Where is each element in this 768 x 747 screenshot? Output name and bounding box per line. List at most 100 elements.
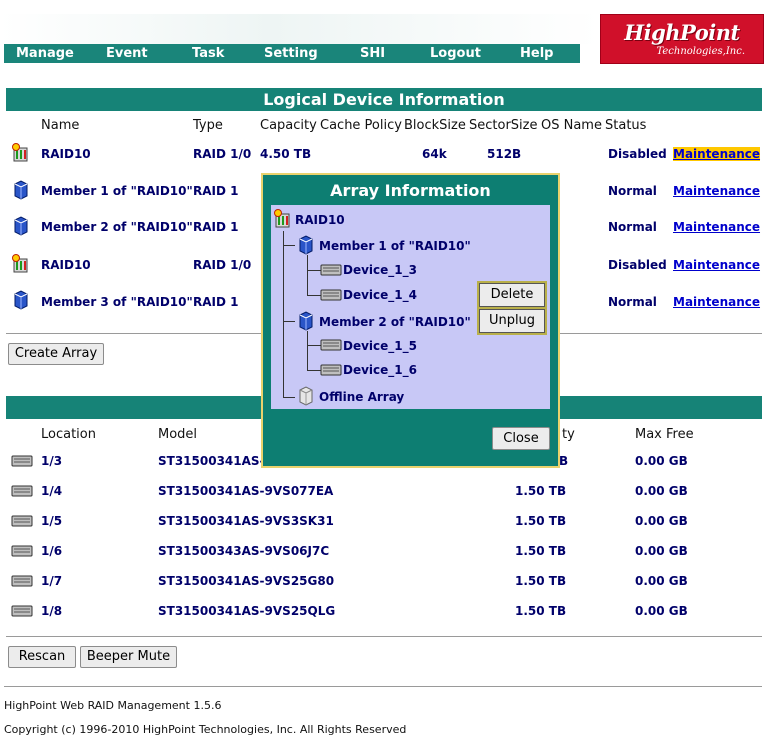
row-type: RAID 1/0 <box>193 258 252 272</box>
offline-array-icon <box>299 386 313 406</box>
col-sectorsize: SectorSize <box>469 118 538 133</box>
array-icon <box>14 290 28 310</box>
tree-line <box>283 231 284 398</box>
tree-line <box>307 331 308 371</box>
row-capacity: 1.50 TB <box>515 544 567 558</box>
row-capacity: B <box>559 454 569 468</box>
beeper-mute-button[interactable]: Beeper Mute <box>80 646 177 668</box>
col-type: Type <box>193 118 223 133</box>
row-model: ST31500341AS-9VS077EA <box>158 484 334 498</box>
array-icon <box>14 180 28 200</box>
tree-member2-label[interactable]: Member 2 of "RAID10" <box>319 315 471 329</box>
tree-device-label[interactable]: Device_1_5 <box>343 339 417 353</box>
row-name[interactable]: RAID10 <box>41 258 91 272</box>
row-sectorsize: 512B <box>487 147 522 161</box>
maintenance-link[interactable]: Maintenance <box>673 147 761 161</box>
tree-line <box>283 321 295 322</box>
row-max-free: 0.00 GB <box>635 604 688 618</box>
row-location[interactable]: 1/5 <box>41 514 62 528</box>
row-capacity: 1.50 TB <box>515 604 567 618</box>
row-name[interactable]: Member 1 of "RAID10" <box>41 184 193 198</box>
nav-setting[interactable]: Setting <box>264 44 318 63</box>
row-model: ST31500341AS-9VS25G80 <box>158 574 335 588</box>
row-location[interactable]: 1/3 <box>41 454 62 468</box>
row-max-free: 0.00 GB <box>635 484 688 498</box>
tree-member1-label[interactable]: Member 1 of "RAID10" <box>319 239 471 253</box>
tree-line <box>283 245 295 246</box>
unplug-button[interactable]: Unplug <box>479 309 545 333</box>
row-type: RAID 1/0 <box>193 147 252 161</box>
nav-shi[interactable]: SHI <box>360 44 385 63</box>
row-model: ST31500341AS-9VS3SK31 <box>158 514 334 528</box>
row-location[interactable]: 1/7 <box>41 574 62 588</box>
nav-logout[interactable]: Logout <box>430 44 481 63</box>
divider <box>6 636 762 637</box>
delete-button[interactable]: Delete <box>479 283 545 307</box>
array-information-dialog: Array Information RAID10 Member 1 of "RA… <box>261 173 560 468</box>
hard-disk-icon <box>11 605 33 617</box>
hard-disk-icon <box>320 289 342 301</box>
tree-device-label[interactable]: Device_1_4 <box>343 288 417 302</box>
nav-help[interactable]: Help <box>520 44 553 63</box>
row-capacity: 1.50 TB <box>515 484 567 498</box>
row-location[interactable]: 1/6 <box>41 544 62 558</box>
maintenance-link[interactable]: Maintenance <box>673 258 760 272</box>
tree-line <box>307 370 321 371</box>
tree-line <box>283 397 295 398</box>
tree-line <box>307 345 321 346</box>
hard-disk-icon <box>11 515 33 527</box>
maintenance-link[interactable]: Maintenance <box>673 184 760 198</box>
row-location[interactable]: 1/4 <box>41 484 62 498</box>
row-status: Disabled <box>608 147 667 161</box>
raid-warning-icon <box>274 209 290 228</box>
hard-disk-icon <box>11 485 33 497</box>
tree-device-label[interactable]: Device_1_3 <box>343 263 417 277</box>
maintenance-link[interactable]: Maintenance <box>673 220 760 234</box>
create-array-button[interactable]: Create Array <box>8 343 104 365</box>
nav-task[interactable]: Task <box>192 44 224 63</box>
logo-text: HighPoint <box>624 20 740 45</box>
hard-disk-icon <box>11 575 33 587</box>
row-status: Normal <box>608 184 657 198</box>
rescan-button[interactable]: Rescan <box>8 646 76 668</box>
logical-device-header: Logical Device Information <box>6 88 762 111</box>
row-name[interactable]: RAID10 <box>41 147 91 161</box>
row-capacity: 1.50 TB <box>515 574 567 588</box>
col-location: Location <box>41 427 96 442</box>
row-type: RAID 1 <box>193 295 239 309</box>
row-type: RAID 1 <box>193 184 239 198</box>
dialog-title: Array Information <box>330 181 491 200</box>
row-max-free: 0.00 GB <box>635 574 688 588</box>
divider <box>4 686 762 687</box>
col-os-name: OS Name <box>541 118 602 133</box>
row-max-free: 0.00 GB <box>635 454 688 468</box>
hard-disk-icon <box>320 339 342 351</box>
array-icon <box>299 311 313 331</box>
row-name[interactable]: Member 3 of "RAID10" <box>41 295 193 309</box>
col-capacity: ty <box>562 427 575 442</box>
row-status: Disabled <box>608 258 667 272</box>
nav-event[interactable]: Event <box>106 44 148 63</box>
array-icon <box>14 216 28 236</box>
row-model: ST31500341AS- <box>158 454 265 468</box>
tree-device-label[interactable]: Device_1_6 <box>343 363 417 377</box>
close-button[interactable]: Close <box>492 427 550 450</box>
col-name: Name <box>41 118 80 133</box>
row-status: Normal <box>608 295 657 309</box>
tree-root-label[interactable]: RAID10 <box>295 213 345 227</box>
logo-subtext: Technologies,Inc. <box>656 46 745 57</box>
col-model: Model <box>158 427 198 442</box>
nav-gradient <box>0 14 600 44</box>
tree-offline-label[interactable]: Offline Array <box>319 390 404 404</box>
row-max-free: 0.00 GB <box>635 514 688 528</box>
highpoint-logo: HighPoint Technologies,Inc. <box>600 14 764 64</box>
hard-disk-icon <box>320 264 342 276</box>
row-location[interactable]: 1/8 <box>41 604 62 618</box>
nav-bar: Manage Event Task Setting SHI Logout Hel… <box>4 44 580 63</box>
row-model: ST31500343AS-9VS06J7C <box>158 544 330 558</box>
row-max-free: 0.00 GB <box>635 544 688 558</box>
row-model: ST31500341AS-9VS25QLG <box>158 604 336 618</box>
nav-manage[interactable]: Manage <box>16 44 74 63</box>
maintenance-link[interactable]: Maintenance <box>673 295 760 309</box>
row-name[interactable]: Member 2 of "RAID10" <box>41 220 193 234</box>
